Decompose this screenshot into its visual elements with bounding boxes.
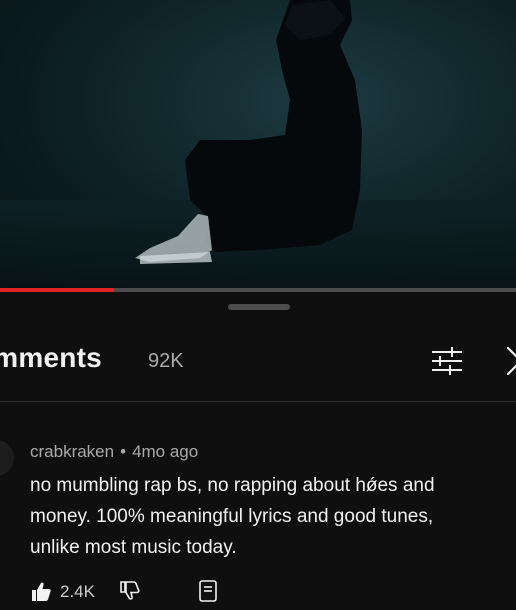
thumbs-up-icon[interactable] — [30, 580, 52, 602]
comments-count: 92K — [148, 350, 184, 372]
video-player[interactable] — [0, 0, 516, 288]
video-frame-art — [0, 0, 516, 288]
thumbs-down-icon[interactable] — [118, 580, 140, 602]
comments-header: omments 92K — [0, 338, 516, 384]
like-count: 2.4K — [60, 582, 95, 601]
comments-title: omments — [0, 342, 102, 373]
header-divider — [0, 401, 516, 402]
sort-filter-icon[interactable] — [430, 346, 464, 376]
avatar[interactable] — [0, 440, 14, 476]
comment-text-line: money. 100% meaningful lyrics and good t… — [30, 506, 434, 527]
comment-author[interactable]: crabkraken — [30, 442, 114, 461]
drag-handle[interactable] — [228, 304, 290, 310]
comment-meta: crabkraken • 4mo ago — [30, 442, 198, 462]
close-icon[interactable] — [504, 344, 516, 378]
reply-icon[interactable] — [198, 580, 218, 602]
comment-text-line: no mumbling rap bs, no rapping about hǿe… — [30, 475, 435, 496]
comment-text: no mumbling rap bs, no rapping about hǿe… — [30, 470, 516, 563]
comment-time: 4mo ago — [132, 442, 199, 461]
comment-text-line: unlike most music today. — [30, 537, 237, 558]
meta-separator: • — [120, 442, 127, 461]
comment-actions: 2.4K — [0, 580, 516, 610]
comments-sheet: omments 92K crabkraken • 4mo ago — [0, 292, 516, 602]
